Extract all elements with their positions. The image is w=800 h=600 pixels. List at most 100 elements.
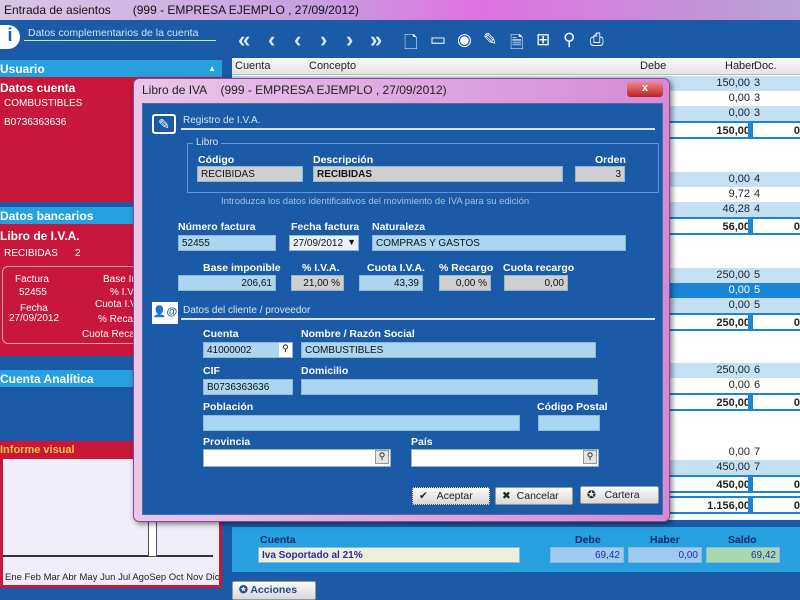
libro-group-label: Libro: [193, 137, 222, 148]
cuenta-input[interactable]: 41000002 ⚲: [203, 342, 293, 358]
cuota-recargo-field[interactable]: 0,00: [504, 275, 568, 291]
acciones-button[interactable]: ✪ Acciones: [232, 581, 316, 600]
piva-field[interactable]: 21,00 %: [291, 275, 344, 291]
precargo-field[interactable]: 0,00 %: [439, 275, 491, 291]
numero-factura-input[interactable]: 52455: [178, 235, 276, 251]
doc-cell: 6: [754, 364, 761, 376]
poblacion-label: Población: [203, 401, 254, 413]
divider: [24, 40, 216, 41]
total-saldo: 0: [793, 317, 800, 329]
summary-saldo: 69,42: [706, 547, 780, 563]
haber-cell: 0,00: [728, 92, 750, 104]
fecha-factura-picker[interactable]: 27/09/2012 ▼: [289, 235, 359, 251]
factura-label: Factura: [15, 274, 49, 285]
last-icon[interactable]: »: [370, 27, 382, 53]
col-concepto[interactable]: Concepto: [309, 60, 356, 72]
toolbar: [0, 20, 800, 58]
total-value: 150,00: [716, 125, 750, 137]
next-icon[interactable]: ›: [320, 27, 327, 53]
new-document-icon[interactable]: 🗋: [404, 30, 418, 59]
nombre-input[interactable]: COMBUSTIBLES: [301, 342, 596, 358]
summary-haber: 0,00: [628, 547, 702, 563]
total-saldo: 0: [793, 125, 800, 137]
gear-icon: ✪: [239, 584, 248, 596]
search-icon[interactable]: ⚲: [375, 450, 389, 464]
doc-cell: 3: [754, 107, 761, 119]
domicilio-label: Domicilio: [301, 365, 349, 377]
doc-cell: 4: [754, 173, 761, 185]
cancelar-button[interactable]: ✖ Cancelar: [495, 487, 573, 505]
summary-haber-label: Haber: [650, 534, 680, 546]
search-user-icon[interactable]: ⚲: [563, 30, 575, 50]
cancelar-label: Cancelar: [516, 490, 559, 502]
total-saldo: 0: [793, 397, 800, 409]
collapse-icon[interactable]: ▲: [208, 64, 216, 73]
dropdown-arrow-icon[interactable]: ▼: [347, 237, 356, 247]
total-saldo: 0: [793, 221, 800, 233]
cartera-label: Cartera: [604, 489, 640, 501]
scan-icon[interactable]: ⊞: [536, 30, 550, 50]
base-input[interactable]: 206,61: [178, 275, 276, 291]
naturaleza-input[interactable]: COMPRAS Y GASTOS: [372, 235, 626, 251]
base-label: Base imponible: [203, 262, 281, 274]
edit-icon[interactable]: ✎: [483, 30, 497, 50]
codigo-postal-input[interactable]: [538, 415, 600, 431]
provincia-input[interactable]: ⚲: [203, 449, 391, 467]
col-doc[interactable]: Doc.: [754, 60, 777, 72]
search-icon[interactable]: ⚲: [583, 450, 597, 464]
descripcion-field: RECIBIDAS: [313, 166, 563, 182]
first-icon[interactable]: «: [238, 27, 250, 53]
haber-cell: 450,00: [716, 461, 750, 473]
section-usuario[interactable]: Usuario ▲: [0, 60, 222, 77]
hint-text: Introduzca los datos identificativos del…: [221, 196, 530, 207]
pais-input[interactable]: ⚲: [411, 449, 599, 467]
view-icon[interactable]: ◉: [457, 30, 472, 50]
aceptar-button[interactable]: ✔ Aceptar: [412, 487, 490, 505]
total-value: 250,00: [716, 317, 750, 329]
summary-cuenta-label: Cuenta: [260, 534, 296, 546]
col-cuenta[interactable]: Cuenta: [235, 60, 270, 72]
prev-page-icon[interactable]: ‹: [268, 27, 275, 53]
cuota-label: Cuota I.V.A.: [367, 262, 425, 274]
haber-cell: 0,00: [728, 379, 750, 391]
recargo-label: % Recar: [98, 314, 137, 325]
close-button[interactable]: x: [627, 82, 663, 97]
cuenta-label: Cuenta: [203, 328, 239, 340]
section-label: Usuario: [0, 62, 45, 76]
doc-cell: 5: [754, 299, 761, 311]
cuota-input[interactable]: 43,39: [359, 275, 423, 291]
fecha-factura-label: Fecha factura: [291, 221, 360, 233]
libro-count: 2: [75, 248, 81, 259]
next-page-icon[interactable]: ›: [346, 27, 353, 53]
poblacion-input[interactable]: [203, 415, 520, 431]
col-haber[interactable]: Haber: [725, 60, 755, 72]
print-icon[interactable]: ⎙: [590, 30, 604, 50]
dialog-company: (999 - EMPRESA EJEMPLO , 27/09/2012): [220, 83, 447, 97]
info-label[interactable]: Datos complementarios de la cuenta: [28, 27, 198, 39]
month-label: Mar: [43, 572, 60, 583]
col-debe[interactable]: Debe: [640, 60, 666, 72]
codigo-label: Código: [198, 154, 235, 166]
domicilio-input[interactable]: [301, 379, 598, 395]
dialog-title: Libro de IVA (999 - EMPRESA EJEMPLO , 27…: [142, 83, 447, 97]
registro-title: Registro de I.V.A.: [183, 115, 261, 126]
chart-axis: [3, 555, 213, 557]
card-icon[interactable]: ▭: [430, 30, 446, 50]
total-value: 250,00: [716, 397, 750, 409]
document-icon[interactable]: 🗎: [510, 30, 524, 59]
month-label: Nov: [186, 572, 204, 583]
search-icon[interactable]: ⚲: [279, 343, 292, 357]
cif-input[interactable]: B0736363636: [203, 379, 293, 395]
cartera-button[interactable]: ✪ Cartera: [580, 486, 659, 504]
haber-cell: 0,00: [728, 284, 750, 296]
account-name: COMBUSTIBLES: [4, 98, 83, 109]
month-labels: Ene Feb Mar Abr May Jun Jul AgoSep Oct N…: [5, 572, 220, 583]
prev-icon[interactable]: ‹: [294, 27, 301, 53]
total-value: 56,00: [722, 221, 750, 233]
month-label: Jul: [118, 572, 131, 583]
haber-cell: 46,28: [722, 203, 750, 215]
libro-name: RECIBIDAS: [4, 248, 58, 259]
doc-cell: 4: [754, 203, 761, 215]
haber-cell: 250,00: [716, 269, 750, 281]
precargo-label: % Recargo: [439, 262, 494, 274]
